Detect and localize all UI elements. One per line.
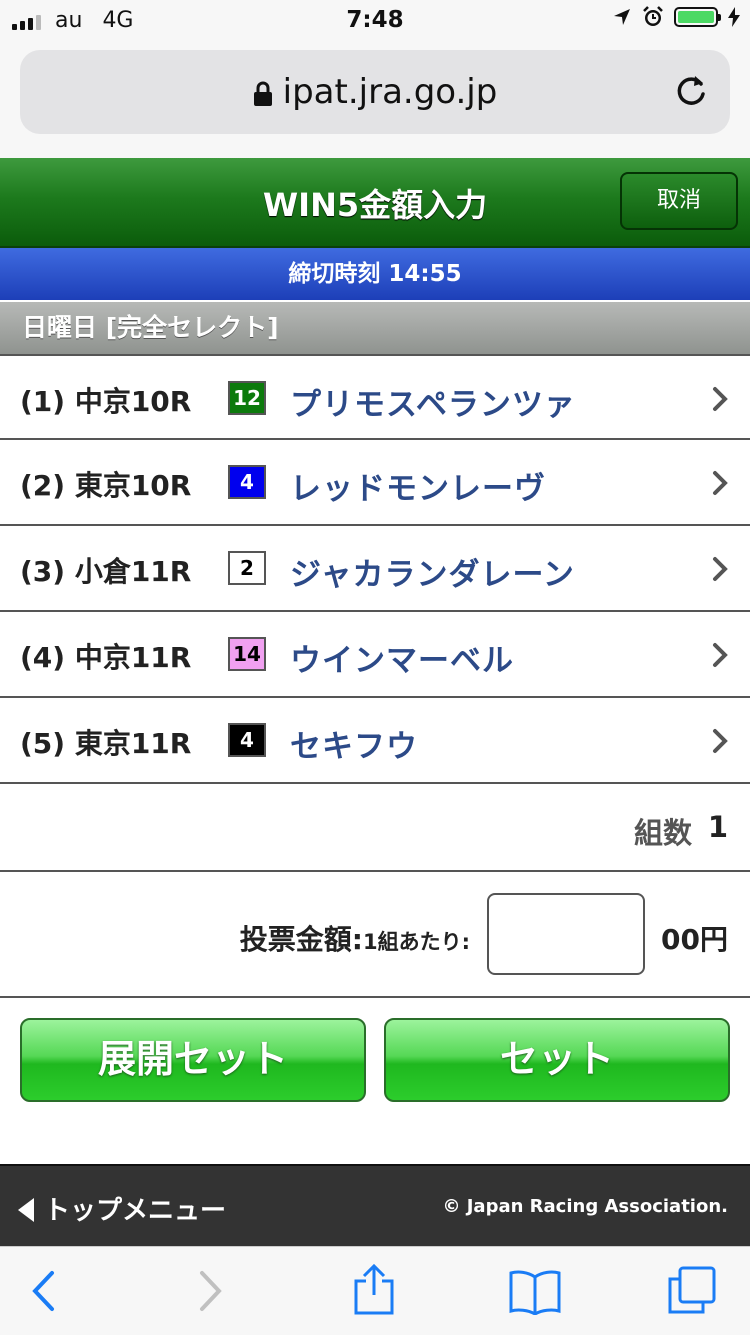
race-row[interactable]: (3) 小倉11R 2 ジャカランダレーン	[0, 526, 750, 612]
bet-amount-label-main: 投票金額:	[239, 923, 363, 956]
reload-icon[interactable]	[674, 72, 708, 108]
horse-number-badge: 4	[228, 723, 266, 757]
day-header: 日曜日 [完全セレクト]	[0, 302, 750, 354]
top-menu-label: トップメニュー	[44, 1196, 227, 1226]
chevron-right-icon	[713, 643, 728, 667]
horse-number-badge: 2	[228, 551, 266, 585]
deadline-banner: 締切時刻 14:55	[0, 248, 750, 300]
back-icon[interactable]	[30, 1269, 56, 1313]
top-menu-link[interactable]: トップメニュー	[18, 1190, 226, 1227]
browser-chrome: ipat.jra.go.jp	[0, 40, 750, 158]
lock-icon	[253, 81, 272, 106]
page-header: WIN5金額入力 取消	[0, 158, 750, 248]
location-arrow-icon	[614, 9, 630, 25]
horse-name: セキフウ	[290, 729, 418, 765]
race-row[interactable]: (2) 東京10R 4 レッドモンレーヴ	[0, 440, 750, 526]
bet-amount-row: 投票金額:1組あたり: 00円	[0, 872, 750, 998]
per-combination-label: 1組あたり:	[362, 930, 470, 954]
page-footer: トップメニュー © Japan Racing Association.	[0, 1164, 750, 1248]
expand-set-button[interactable]: 展開セット	[20, 1018, 366, 1102]
forward-icon[interactable]	[198, 1269, 224, 1313]
status-bar: au 4G 7:48	[0, 0, 750, 40]
race-label: (2) 東京10R	[20, 469, 192, 502]
combination-count-value: 1	[707, 810, 728, 844]
triangle-left-icon	[18, 1197, 34, 1222]
share-icon[interactable]	[352, 1263, 396, 1315]
copyright-text: © Japan Racing Association.	[442, 1196, 728, 1217]
horse-number-badge: 12	[228, 381, 266, 415]
race-label: (5) 東京11R	[20, 727, 192, 760]
combination-count-label: 組数	[633, 816, 692, 850]
browser-toolbar	[0, 1246, 750, 1335]
race-list: (1) 中京10R 12 プリモスペランツァ (2) 東京10R 4 レッドモン…	[0, 354, 750, 784]
tabs-icon[interactable]	[666, 1265, 718, 1315]
bet-amount-input[interactable]	[487, 893, 645, 975]
race-row[interactable]: (4) 中京11R 14 ウインマーベル	[0, 612, 750, 698]
status-right	[612, 6, 740, 28]
address-bar[interactable]: ipat.jra.go.jp	[20, 50, 730, 134]
race-label: (1) 中京10R	[20, 385, 192, 418]
battery-icon	[674, 7, 721, 27]
horse-name: レッドモンレーヴ	[290, 471, 546, 507]
alarm-icon	[643, 6, 663, 26]
bet-amount-label: 投票金額:1組あたり:	[240, 918, 470, 958]
url-text: ipat.jra.go.jp	[282, 72, 498, 112]
chevron-right-icon	[713, 471, 728, 495]
horse-name: プリモスペランツァ	[290, 387, 576, 423]
url-display[interactable]: ipat.jra.go.jp	[20, 72, 730, 112]
bet-amount-unit: 00円	[661, 923, 728, 956]
bookmarks-icon[interactable]	[508, 1269, 562, 1315]
chevron-right-icon	[713, 387, 728, 411]
charging-bolt-icon	[728, 7, 740, 27]
race-row[interactable]: (1) 中京10R 12 プリモスペランツァ	[0, 354, 750, 440]
combination-count-row: 組数 1	[0, 786, 750, 872]
cancel-button[interactable]: 取消	[620, 172, 738, 230]
horse-number-badge: 14	[228, 637, 266, 671]
horse-number-badge: 4	[228, 465, 266, 499]
chevron-right-icon	[713, 557, 728, 581]
chevron-right-icon	[713, 729, 728, 753]
horse-name: ジャカランダレーン	[290, 557, 575, 593]
race-label: (3) 小倉11R	[20, 555, 192, 588]
horse-name: ウインマーベル	[290, 643, 514, 679]
set-button[interactable]: セット	[384, 1018, 730, 1102]
race-row[interactable]: (5) 東京11R 4 セキフウ	[0, 698, 750, 784]
race-label: (4) 中京11R	[20, 641, 192, 674]
